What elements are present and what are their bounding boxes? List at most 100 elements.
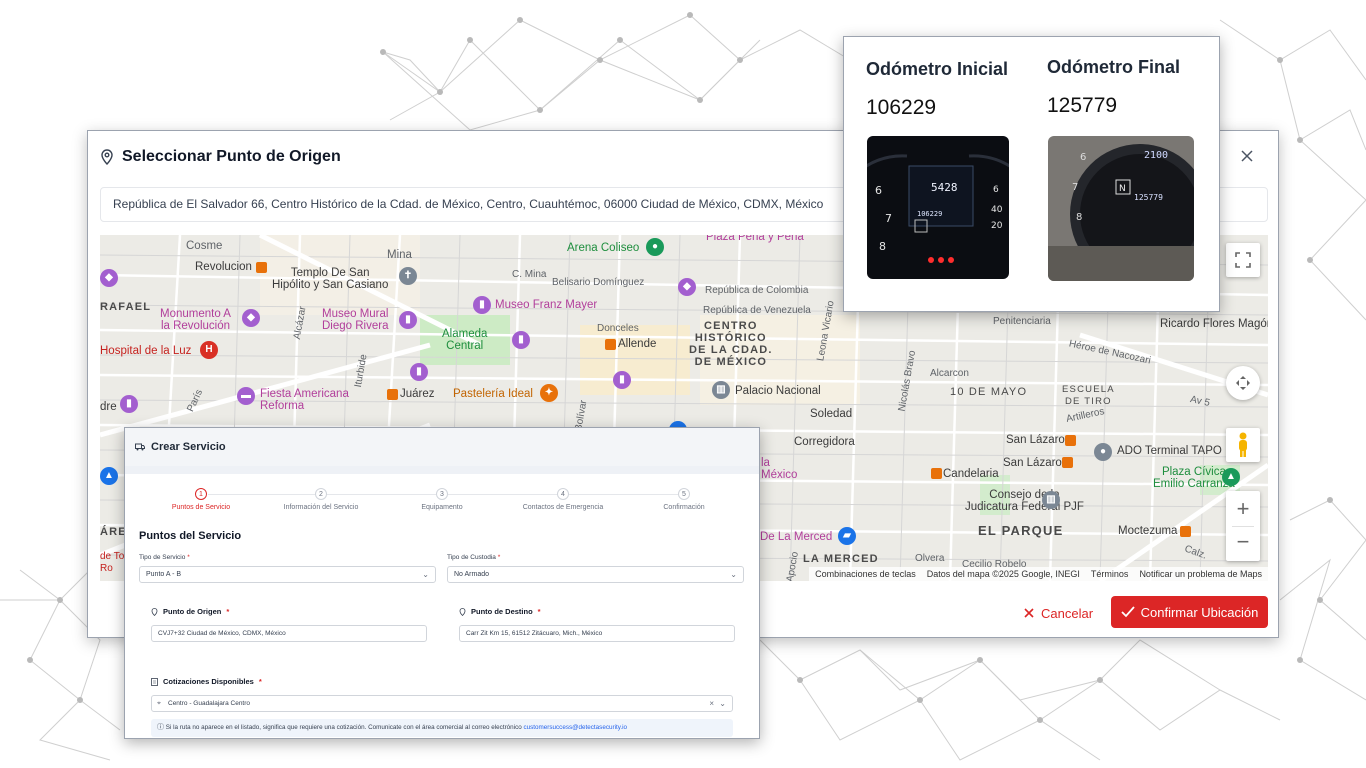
info-icon: ⓘ	[157, 724, 164, 731]
tipo-custodia-label-text: Tipo de Custodia	[447, 554, 496, 561]
bakery-pin-icon[interactable]: ✦	[540, 384, 558, 402]
location-pin-icon	[459, 607, 466, 616]
odometer-initial-title: Odómetro Inicial	[866, 59, 1009, 79]
location-pin-icon	[151, 607, 158, 616]
info-text: Si la ruta no aparece en el listado, sig…	[165, 724, 522, 731]
map-label-san-lazaro-1: San Lázaro	[1006, 434, 1065, 446]
museum-pin-icon[interactable]: ▮	[613, 371, 631, 389]
svg-text:7: 7	[885, 212, 892, 225]
map-label-monumento: Monumento A la Revolución	[160, 308, 231, 332]
chevron-down-icon: ⌄	[422, 570, 429, 579]
metro-station-icon	[1180, 526, 1191, 537]
step-number: 4	[557, 488, 569, 500]
step-equipamento[interactable]: 3 Equipamento	[387, 488, 497, 511]
map-label-plaza-pena: Plaza Peña y Peña	[706, 235, 804, 243]
destino-label: Punto de Destino	[471, 607, 533, 616]
stadium-pin-icon[interactable]: ●	[646, 238, 664, 256]
shopping-pin-icon[interactable]: ▰	[838, 527, 856, 545]
svg-text:20: 20	[991, 221, 1003, 231]
step-number: 5	[678, 488, 690, 500]
museum-pin-icon[interactable]: ▮	[512, 331, 530, 349]
map-label-consejo: Consejo de la Judicatura Federal PJF	[965, 489, 1084, 513]
cancel-button[interactable]: Cancelar	[1023, 601, 1093, 625]
museum-pin-icon[interactable]: ▮	[473, 296, 491, 314]
metro-station-icon	[931, 468, 942, 479]
location-pin-icon	[101, 149, 113, 165]
map-label-fiesta-americana: Fiesta Americana Reforma	[260, 388, 349, 412]
checkmark-icon	[1120, 606, 1135, 618]
odometer-final-title: Odómetro Final	[1047, 57, 1181, 77]
poi-pin-icon[interactable]: ◆	[100, 269, 118, 287]
step-informacion[interactable]: 2 Información del Servicio	[266, 488, 376, 511]
truck-icon	[135, 443, 145, 451]
step-contactos[interactable]: 4 Contactos de Emergencia	[508, 488, 618, 511]
confirm-location-button[interactable]: Confirmar Ubicación	[1111, 596, 1268, 628]
zoom-in-button[interactable]: +	[1237, 492, 1250, 526]
step-confirmacion[interactable]: 5 Confirmación	[629, 488, 739, 511]
map-camera-control[interactable]	[1226, 366, 1260, 400]
museum-pin-icon[interactable]: ▮	[399, 311, 417, 329]
bus-terminal-pin-icon[interactable]: ●	[1094, 443, 1112, 461]
dashboard-photo-graphic: 6 7 8 2100 N 125779	[1048, 136, 1194, 281]
tipo-servicio-select[interactable]: Punto A - B ⌄	[139, 566, 436, 583]
map-label-la-mexico: la México	[761, 457, 798, 481]
modal-title: Seleccionar Punto de Origen	[122, 148, 341, 165]
odometer-initial-photo[interactable]: 6 7 8 40 20 6 5428 106229	[867, 136, 1009, 279]
cotizaciones-value: Centro - Guadalajara Centro	[168, 700, 251, 707]
svg-text:6: 6	[1080, 152, 1086, 163]
map-label-diez-mayo: 10 DE MAYO	[950, 386, 1028, 398]
step-number: 1	[195, 488, 207, 500]
poi-pin-icon[interactable]: ◆	[678, 278, 696, 296]
odometer-card: Odómetro Inicial 106229 Odómetro Final 1…	[843, 36, 1220, 312]
destino-heading: Punto de Destino *	[459, 607, 541, 616]
map-label-ricardo: Ricardo Flores Magón	[1160, 318, 1268, 330]
map-label-revolucion: Revolucion	[195, 261, 252, 273]
map-label-hospital: Hospital de la Luz	[100, 345, 192, 357]
hospital-pin-icon[interactable]: H	[200, 341, 218, 359]
metro-station-icon	[1065, 435, 1076, 446]
map-label-pasteleria: Pastelería Ideal	[453, 388, 533, 400]
museum-pin-icon[interactable]: ▮	[120, 395, 138, 413]
hotel-pin-icon[interactable]: ▬	[237, 387, 255, 405]
museum-pin-icon[interactable]: ▮	[410, 363, 428, 381]
park-pin-icon[interactable]: ▲	[1222, 468, 1240, 486]
destino-input[interactable]: Carr Zit Km 15, 61512 Zitácuaro, Mich., …	[459, 625, 735, 642]
odometer-final-column: Odómetro Final 125779	[1047, 57, 1181, 118]
map-label-allende: Allende	[618, 338, 657, 350]
map-footer-report[interactable]: Notificar un problema de Maps	[1139, 569, 1262, 579]
street-view-pegman[interactable]	[1226, 428, 1260, 462]
fullscreen-button[interactable]	[1226, 243, 1260, 277]
map-footer-shortcuts[interactable]: Combinaciones de teclas	[815, 569, 916, 579]
info-email-link[interactable]: customersuccess@detectasecurity.io	[523, 724, 627, 731]
courthouse-pin-icon[interactable]: ▥	[1042, 491, 1060, 509]
chevron-down-icon: ⌄	[719, 699, 726, 708]
map-label-donceles: Donceles	[597, 323, 639, 334]
my-location-pin-icon[interactable]: ▲	[100, 467, 118, 485]
metro-station-icon	[256, 262, 267, 273]
landmark-pin-icon[interactable]: ▥	[712, 381, 730, 399]
document-icon	[151, 677, 158, 686]
clear-icon[interactable]: ×	[709, 696, 714, 711]
step-number: 2	[315, 488, 327, 500]
close-icon[interactable]	[1238, 147, 1256, 165]
church-pin-icon[interactable]: ✝	[399, 267, 417, 285]
map-label-el-parque: EL PARQUE	[978, 523, 1064, 538]
zoom-out-button[interactable]: −	[1237, 527, 1250, 561]
svg-text:6: 6	[993, 185, 999, 195]
odometer-final-photo[interactable]: 6 7 8 2100 N 125779	[1048, 136, 1194, 281]
origen-input[interactable]: CVJ7+32 Ciudad de México, CDMX, México	[151, 625, 427, 642]
cotizaciones-heading: Cotizaciones Disponibles *	[151, 677, 262, 686]
metro-station-icon	[1062, 457, 1073, 468]
step-puntos[interactable]: 1 Puntos de Servicio	[146, 488, 256, 511]
create-service-title: Crear Servicio	[151, 441, 226, 453]
map-label-escuela-tiro: ESCUELA DE TIRO	[1062, 384, 1115, 407]
step-number: 3	[436, 488, 448, 500]
poi-pin-icon[interactable]: ◆	[242, 309, 260, 327]
modal-title-row: Seleccionar Punto de Origen	[100, 147, 341, 167]
cotizaciones-select[interactable]: ⌖ Centro - Guadalajara Centro × ⌄	[151, 695, 733, 712]
map-footer-terms[interactable]: Términos	[1091, 569, 1129, 579]
svg-text:5428: 5428	[931, 181, 958, 194]
location-pin-icon: ⌖	[157, 700, 161, 707]
header-divider	[125, 466, 759, 474]
tipo-custodia-select[interactable]: No Armado ⌄	[447, 566, 744, 583]
